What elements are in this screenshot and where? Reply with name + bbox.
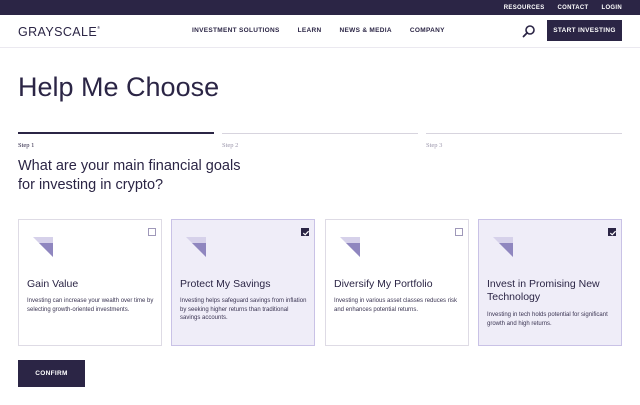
logo-text: GRAYSCALE <box>18 25 98 39</box>
logo-trademark: ® <box>97 25 101 30</box>
goal-description: Investing in tech holds potential for si… <box>487 312 608 327</box>
grayscale-mark-icon <box>33 237 53 257</box>
goal-description: Investing can increase your wealth over … <box>27 298 154 313</box>
goal-title: Protect My Savings <box>180 278 271 290</box>
grayscale-mark-icon <box>186 237 206 257</box>
step-question: What are your main financial goals for i… <box>18 158 241 193</box>
nav-news-media[interactable]: NEWS & MEDIA <box>340 27 392 34</box>
nav-investment-solutions[interactable]: INVESTMENT SOLUTIONS <box>192 27 280 34</box>
main-navigation: GRAYSCALE® INVESTMENT SOLUTIONS LEARN NE… <box>0 15 640 48</box>
goal-title: Invest in Promising New Technology <box>487 278 600 303</box>
checkmark-icon <box>302 230 310 236</box>
goal-description: Investing in various asset classes reduc… <box>334 298 458 313</box>
login-link[interactable]: LOGIN <box>602 5 623 11</box>
grayscale-mark-icon <box>340 237 360 257</box>
step-progress: Step 1 Step 2 Step 3 <box>18 132 622 153</box>
step-3: Step 3 <box>426 133 622 149</box>
checkmark-icon <box>456 229 464 237</box>
goal-card-gain-value[interactable]: Gain Value Investing can increase your w… <box>18 219 162 346</box>
start-investing-button[interactable]: START INVESTING <box>547 20 622 41</box>
goal-card-protect-savings[interactable]: Protect My Savings Investing helps safeg… <box>171 219 315 346</box>
step-2-bar <box>222 133 418 134</box>
utility-bar: RESOURCES CONTACT LOGIN <box>0 0 640 15</box>
goal-checkbox[interactable] <box>608 228 617 236</box>
goal-checkbox[interactable] <box>301 228 310 236</box>
confirm-button[interactable]: CONFIRM <box>18 360 85 387</box>
checkmark-icon <box>149 229 157 237</box>
goal-card-diversify[interactable]: Diversify My Portfolio Investing in vari… <box>325 219 469 346</box>
goal-card-new-technology[interactable]: Invest in Promising New Technology Inves… <box>478 219 622 346</box>
nav-menu: INVESTMENT SOLUTIONS LEARN NEWS & MEDIA … <box>192 27 445 34</box>
nav-company[interactable]: COMPANY <box>410 27 445 34</box>
goal-title: Diversify My Portfolio <box>334 278 433 290</box>
step-1-bar <box>18 132 214 134</box>
step-2: Step 2 <box>222 133 418 149</box>
goal-checkbox[interactable] <box>148 228 156 236</box>
checkmark-icon <box>609 230 617 236</box>
resources-link[interactable]: RESOURCES <box>504 5 545 11</box>
nav-learn[interactable]: LEARN <box>298 27 322 34</box>
contact-link[interactable]: CONTACT <box>558 5 589 11</box>
page-title: Help Me Choose <box>18 72 220 102</box>
search-icon[interactable] <box>522 24 536 38</box>
grayscale-mark-icon <box>493 237 513 257</box>
step-1: Step 1 <box>18 132 214 149</box>
step-1-label: Step 1 <box>18 142 35 149</box>
goal-description: Investing helps safeguard savings from i… <box>180 298 307 321</box>
step-3-bar <box>426 133 622 134</box>
step-2-label: Step 2 <box>222 142 239 149</box>
goal-title: Gain Value <box>27 278 79 290</box>
goal-checkbox[interactable] <box>455 228 463 236</box>
step-3-label: Step 3 <box>426 142 443 149</box>
grayscale-logo[interactable]: GRAYSCALE® <box>18 25 100 39</box>
